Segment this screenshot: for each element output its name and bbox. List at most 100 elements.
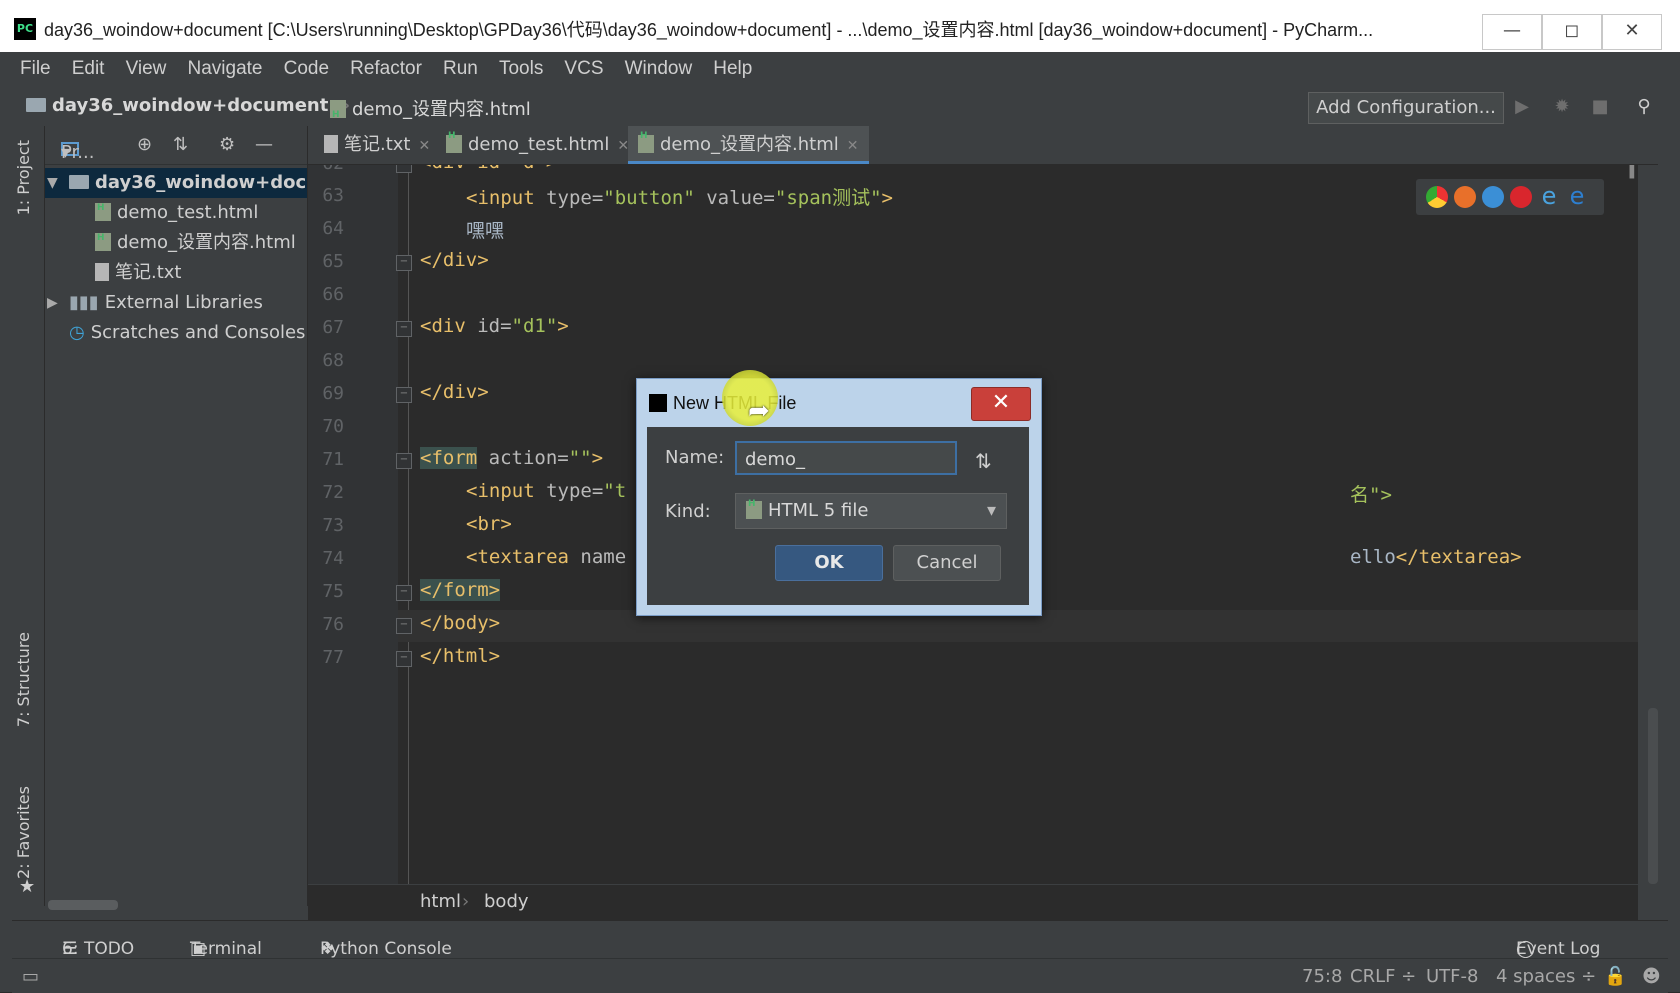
- tab-label: demo_test.html: [468, 134, 610, 155]
- code-line-77: </html>: [420, 645, 501, 667]
- stop-icon[interactable]: ■: [1590, 97, 1610, 117]
- breadcrumb-body[interactable]: body: [484, 891, 529, 912]
- fold-marker[interactable]: −: [396, 165, 412, 173]
- minimize-button[interactable]: —: [1482, 14, 1542, 50]
- code-line-74: <textarea name: [466, 546, 627, 568]
- fold-marker[interactable]: −: [396, 387, 412, 403]
- breadcrumb-file-label: demo_设置内容.html: [352, 99, 531, 120]
- debug-icon[interactable]: ✹: [1552, 97, 1572, 117]
- line-number: 73: [322, 515, 344, 536]
- tab-demo-content[interactable]: demo_设置内容.html ✕: [628, 117, 869, 164]
- collapse-all-icon[interactable]: ⇅: [173, 134, 188, 155]
- menu-edit[interactable]: Edit: [72, 58, 105, 79]
- html-file-icon: [638, 117, 654, 155]
- breadcrumb-project[interactable]: day36_woindow+document ›: [26, 95, 350, 116]
- fold-marker[interactable]: −: [396, 453, 412, 469]
- code-line-75: </form>: [420, 579, 501, 601]
- close-window-button[interactable]: ✕: [1602, 14, 1662, 50]
- line-separator[interactable]: CRLF ÷: [1350, 966, 1416, 987]
- caret-position[interactable]: 75:8: [1302, 966, 1342, 987]
- edge-icon[interactable]: e: [1566, 184, 1588, 208]
- chevron-down-icon: ▾: [986, 500, 996, 521]
- tab-notes-txt[interactable]: 笔记.txt ✕: [314, 126, 440, 164]
- html-file-icon: [95, 198, 111, 223]
- ok-button[interactable]: OK: [775, 545, 883, 581]
- line-number: 66: [322, 284, 344, 305]
- menu-code[interactable]: Code: [284, 58, 329, 79]
- scratches-icon: ◷: [69, 322, 85, 343]
- add-configuration-button[interactable]: Add Configuration...: [1308, 92, 1504, 124]
- project-tool-tab[interactable]: 1: Project: [14, 140, 33, 215]
- right-tool-strip: [1658, 126, 1668, 920]
- editor-vertical-scrollbar[interactable]: [1648, 708, 1658, 884]
- html-file-icon: [446, 117, 462, 155]
- line-number: 74: [322, 548, 344, 569]
- line-number: 62: [314, 165, 344, 174]
- hide-panel-icon[interactable]: —: [255, 134, 273, 155]
- fold-marker[interactable]: −: [396, 321, 412, 337]
- menu-view[interactable]: View: [126, 58, 167, 79]
- fold-marker[interactable]: −: [396, 255, 412, 271]
- gear-icon[interactable]: ⚙: [219, 134, 235, 155]
- sort-icon[interactable]: ⇅: [975, 449, 992, 473]
- code-line-64: 嘿嘿: [466, 220, 505, 242]
- menu-refactor[interactable]: Refactor: [350, 58, 422, 79]
- firefox-icon[interactable]: [1454, 186, 1476, 208]
- favorites-tool-tab[interactable]: 2: Favorites: [14, 786, 33, 879]
- fold-marker[interactable]: −: [396, 651, 412, 667]
- close-tab-icon[interactable]: ✕: [847, 138, 859, 154]
- menu-vcs[interactable]: VCS: [564, 58, 603, 79]
- tree-file-demo-content[interactable]: demo_设置内容.html: [45, 228, 307, 258]
- breadcrumb-file[interactable]: demo_设置内容.html: [330, 95, 531, 121]
- dialog-close-button[interactable]: ✕: [971, 387, 1031, 421]
- html-file-icon: [95, 228, 111, 253]
- menu-file[interactable]: File: [20, 58, 51, 79]
- project-horizontal-scrollbar[interactable]: [48, 900, 118, 910]
- collapse-arrow-icon: ▶: [47, 295, 58, 311]
- ie-icon[interactable]: e: [1538, 184, 1560, 208]
- line-number: 71: [322, 449, 344, 470]
- code-line-76: </body>: [420, 612, 501, 634]
- inspector-icon[interactable]: ☻: [1642, 966, 1661, 987]
- tree-file-demo-test[interactable]: demo_test.html: [45, 198, 307, 228]
- menu-tools[interactable]: Tools: [499, 58, 543, 79]
- menu-window[interactable]: Window: [625, 58, 693, 79]
- code-line-69: </div>: [420, 381, 489, 403]
- inspection-icon[interactable]: ❚❚: [1626, 165, 1638, 179]
- safari-icon[interactable]: [1482, 186, 1504, 208]
- menu-help[interactable]: Help: [713, 58, 752, 79]
- text-file-icon: [95, 263, 109, 281]
- chrome-icon[interactable]: [1426, 186, 1448, 208]
- toggle-tool-windows-icon[interactable]: ▭: [22, 966, 39, 987]
- opera-icon[interactable]: [1510, 186, 1532, 208]
- lock-icon[interactable]: 🔓: [1604, 966, 1626, 987]
- indent-setting[interactable]: 4 spaces ÷: [1496, 966, 1596, 987]
- code-line-67: <div id="d1">: [420, 315, 569, 337]
- close-tab-icon[interactable]: ✕: [419, 138, 431, 154]
- line-number: 64: [322, 218, 344, 239]
- fold-guide: [408, 165, 409, 885]
- tree-external-libraries[interactable]: ▶ ▮▮▮ External Libraries: [45, 288, 307, 318]
- breadcrumb-html[interactable]: html: [420, 891, 461, 912]
- tree-file-notes[interactable]: 笔记.txt: [45, 258, 307, 288]
- menu-run[interactable]: Run: [443, 58, 478, 79]
- todo-label: 6: TODO: [62, 939, 135, 959]
- name-input[interactable]: demo_: [735, 441, 957, 475]
- tree-scratches[interactable]: ◷ Scratches and Consoles: [45, 318, 307, 348]
- cancel-button[interactable]: Cancel: [893, 545, 1001, 581]
- fold-marker[interactable]: −: [396, 618, 412, 634]
- editor-tabs: 笔记.txt ✕ demo_test.html✕ demo_设置内容.html ✕: [308, 117, 1668, 165]
- kind-select[interactable]: HTML 5 file ▾: [735, 487, 1007, 529]
- tab-demo-test[interactable]: demo_test.html✕: [436, 117, 639, 164]
- locate-icon[interactable]: ⊕: [137, 134, 152, 155]
- tree-file-label: 笔记.txt: [115, 262, 182, 283]
- fold-marker[interactable]: −: [396, 585, 412, 601]
- structure-tool-tab[interactable]: 7: Structure: [14, 632, 33, 727]
- search-icon[interactable]: ⚲: [1634, 97, 1654, 117]
- run-icon[interactable]: ▶: [1512, 97, 1532, 117]
- file-encoding[interactable]: UTF-8: [1426, 966, 1478, 987]
- kind-select-value: HTML 5 file: [768, 500, 869, 521]
- tree-root-folder[interactable]: ▼ day36_woindow+docu: [45, 168, 307, 198]
- maximize-button[interactable]: ◻: [1542, 14, 1602, 50]
- menu-navigate[interactable]: Navigate: [188, 58, 263, 79]
